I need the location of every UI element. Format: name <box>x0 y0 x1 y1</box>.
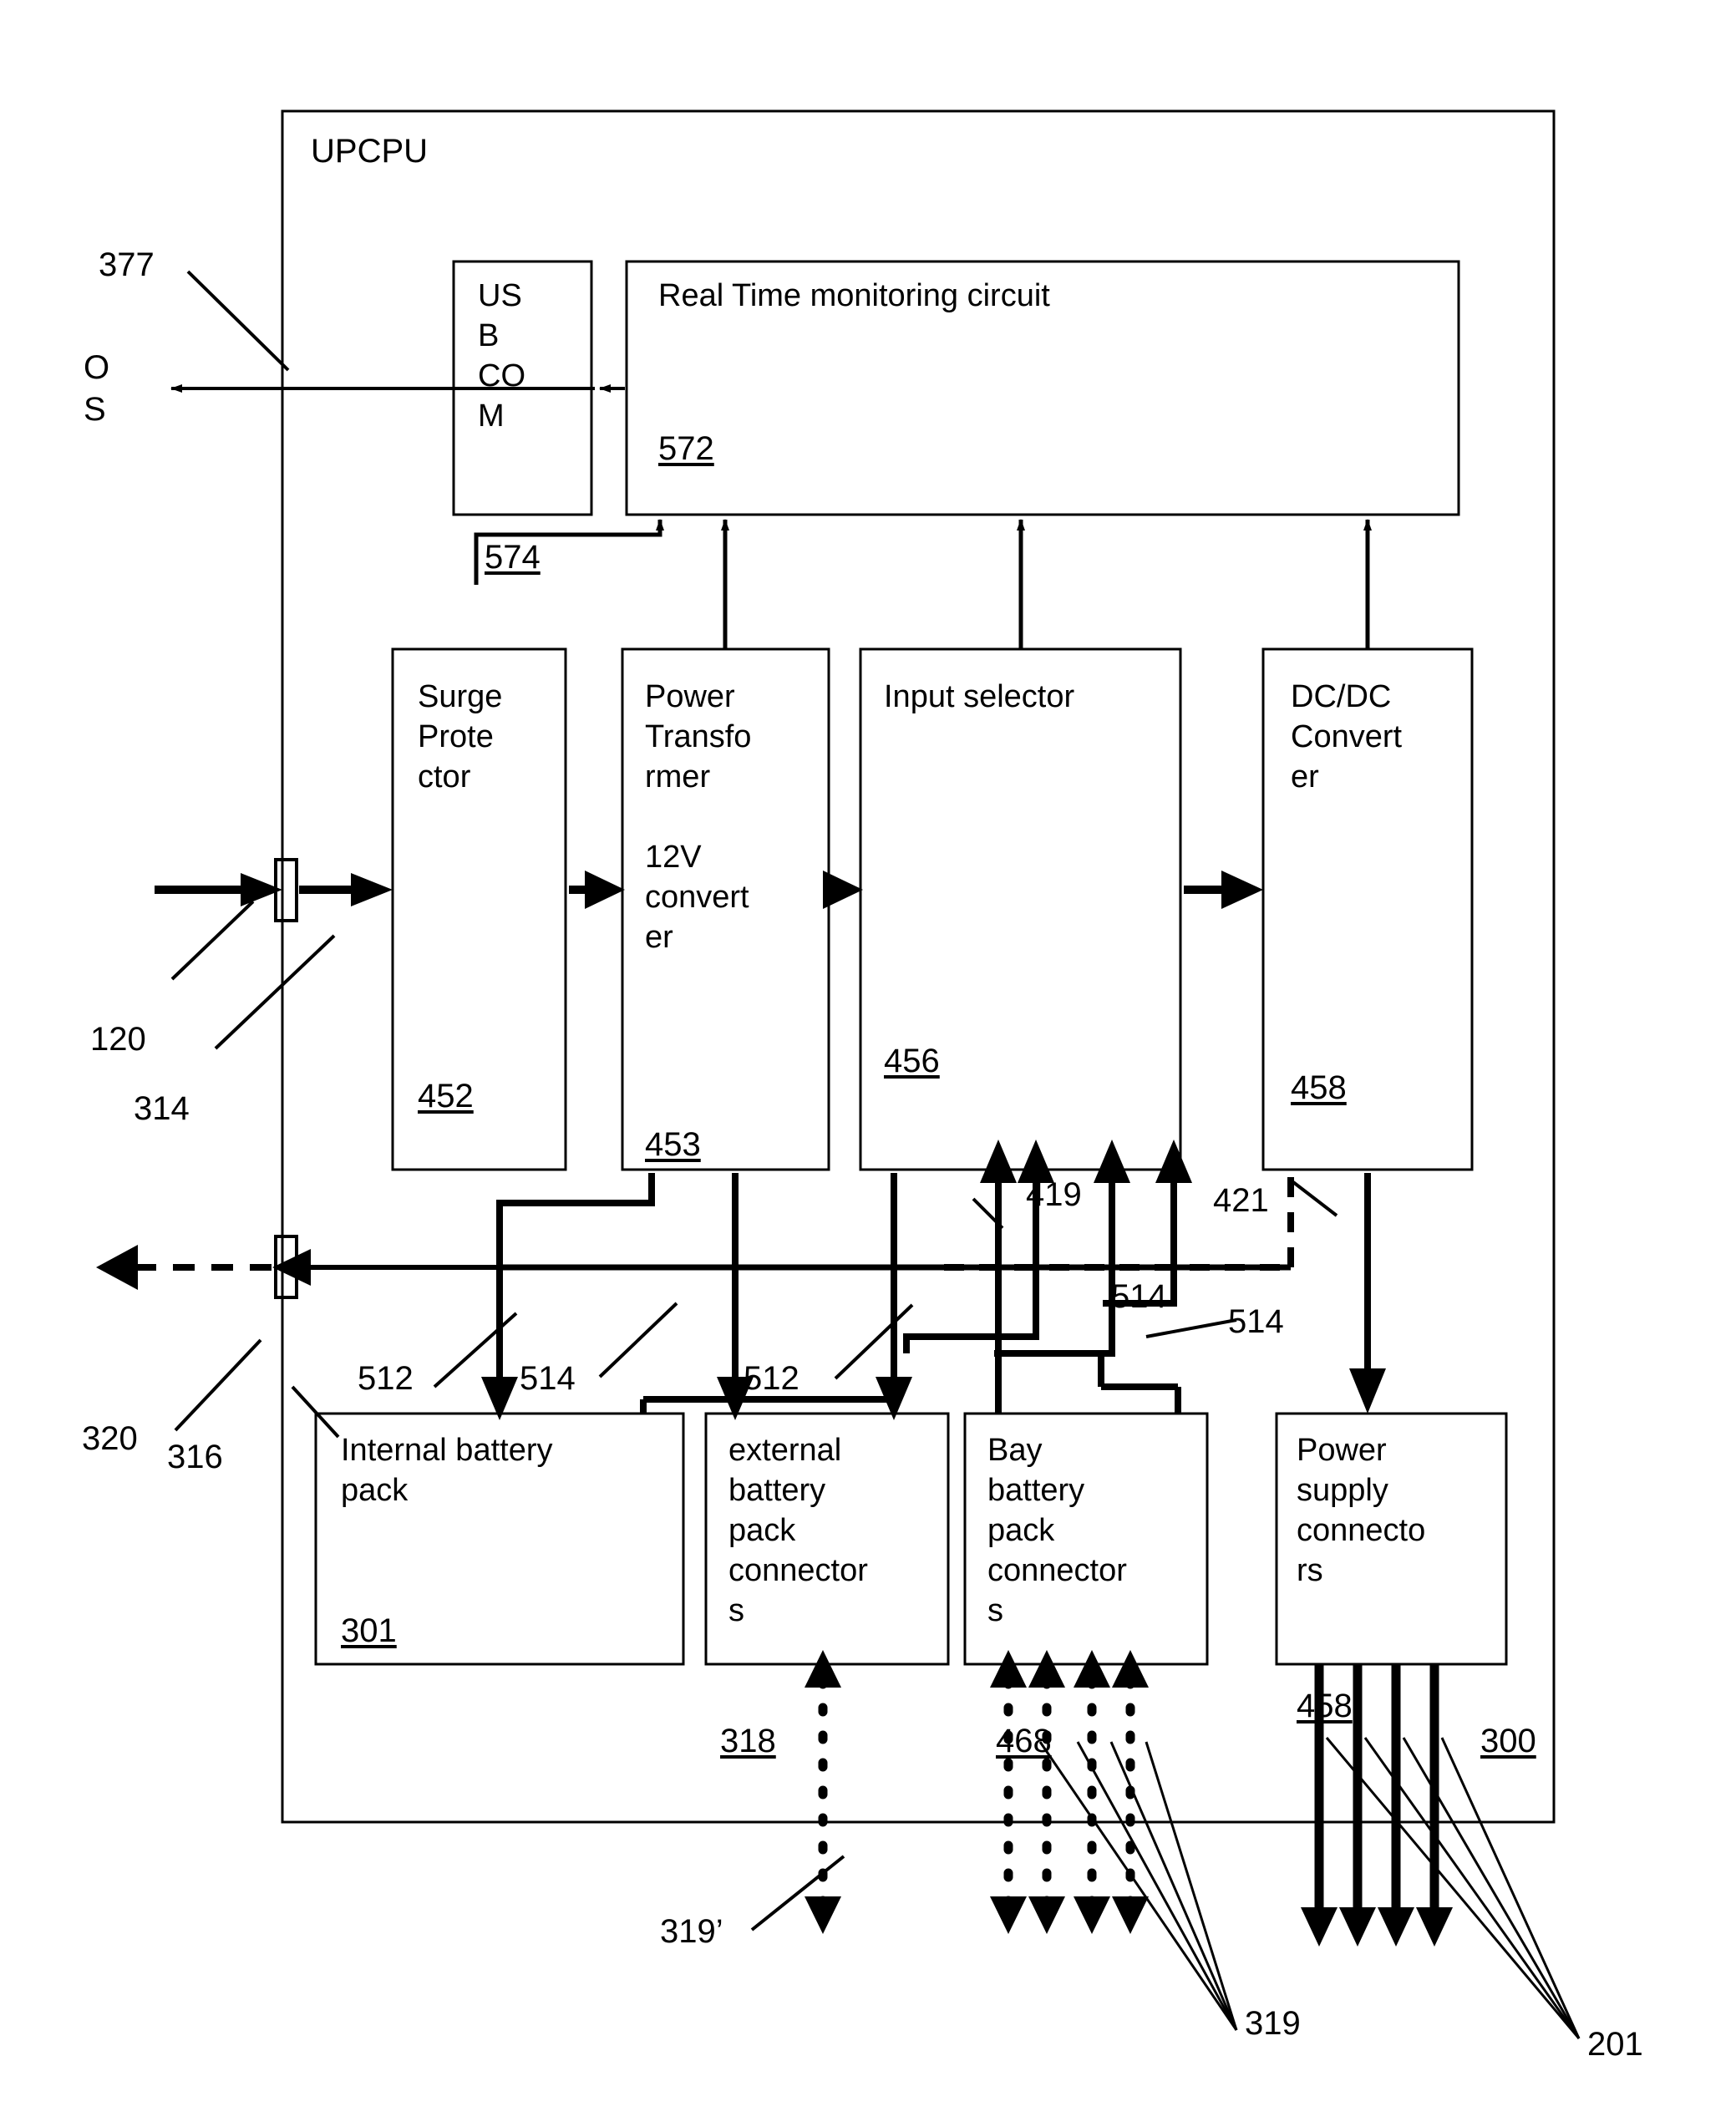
leaders-319-bundle <box>1038 1741 1238 2031</box>
callout-318: 318 <box>720 1723 776 1759</box>
dc-out-left-arrow <box>272 1249 501 1286</box>
external-battery-label: external battery pack connector s <box>728 1433 868 1628</box>
dotted-outputs-bay <box>990 1650 1149 1934</box>
callout-468: 468 <box>996 1723 1052 1759</box>
usb-com-label: US B CO M <box>478 278 525 434</box>
bay-battery-label: Bay battery pack connector s <box>987 1433 1127 1628</box>
input-selector-box <box>859 647 1182 1171</box>
callout-120: 120 <box>90 1021 146 1058</box>
surge-protector-label: Surge Prote ctor <box>418 679 503 794</box>
real-time-monitoring-label: Real Time monitoring circuit <box>658 278 1050 313</box>
callout-201: 201 <box>1587 2026 1643 2063</box>
inputsel-to-dcdc-arrow <box>1184 871 1263 909</box>
leader-377 <box>186 270 290 372</box>
surge-to-transformer-arrow <box>569 871 625 909</box>
ac-input-arrow <box>155 873 282 906</box>
power-transformer-label: Power Transfo rmer 12V convert er <box>645 679 752 955</box>
power-supply-ref: 458 <box>1297 1688 1353 1724</box>
dc-out-dashed-left-arrow <box>96 1245 272 1290</box>
callout-300: 300 <box>1480 1723 1536 1759</box>
callout-514-b: 514 <box>520 1360 576 1397</box>
leader-514-a <box>598 1302 678 1378</box>
leader-512-b <box>834 1303 914 1380</box>
riser-bay-to-inputsel <box>980 1140 1017 1414</box>
transformer-to-inputsel-arrow <box>823 871 863 909</box>
callout-314: 314 <box>134 1090 190 1127</box>
branch-514-to-bay <box>919 1303 1178 1414</box>
callout-514-c: 514 <box>1111 1278 1167 1315</box>
dcdc-label: DC/DC Convert er <box>1291 679 1403 794</box>
surge-protector-ref: 452 <box>418 1078 474 1114</box>
dcdc-to-power-supply-arrow <box>1349 1173 1386 1414</box>
leader-120 <box>170 900 255 981</box>
power-supply-label: Power supply connecto rs <box>1297 1433 1426 1588</box>
callout-316: 316 <box>167 1439 223 1475</box>
input-selector-label: Input selector <box>884 679 1075 714</box>
dotted-output-318 <box>805 1650 841 1934</box>
callout-514-a: 514 <box>1228 1303 1284 1340</box>
power-transformer-ref: 453 <box>645 1126 701 1163</box>
callout-512-b: 512 <box>744 1360 799 1397</box>
dcdc-ref: 458 <box>1291 1069 1347 1106</box>
upcpu-title: UPCPU <box>311 133 429 170</box>
callout-319-prime: 319’ <box>660 1913 723 1950</box>
diagram-lines <box>96 109 1581 2039</box>
callout-574: 574 <box>485 539 541 576</box>
leaders-201-bundle <box>1325 1737 1581 2039</box>
leader-320 <box>174 1338 262 1432</box>
leader-514-c <box>1145 1318 1237 1338</box>
real-time-monitoring-ref: 572 <box>658 430 714 467</box>
leader-314 <box>214 934 336 1050</box>
callout-319: 319 <box>1245 2005 1301 2042</box>
input-selector-ref: 456 <box>884 1043 940 1079</box>
callout-512-a: 512 <box>358 1360 414 1397</box>
riser-right <box>1098 1353 1181 1414</box>
callout-os-label: O S <box>84 349 110 428</box>
callout-421: 421 <box>1213 1182 1269 1219</box>
callout-377: 377 <box>99 246 155 283</box>
port-to-surge-arrow <box>299 873 393 906</box>
internal-battery-ref: 301 <box>341 1612 397 1649</box>
riser-internal-battery-to-inputsel <box>903 1140 1054 1353</box>
figure-canvas: UPCPU 377 O S US B CO M Real Time monito… <box>0 0 1736 2127</box>
internal-battery-label: Internal battery pack <box>341 1433 553 1508</box>
riser-419 <box>994 1140 1130 1357</box>
callout-320: 320 <box>82 1420 138 1457</box>
leader-512-a <box>433 1312 518 1388</box>
leader-421 <box>1292 1180 1338 1217</box>
callout-419: 419 <box>1026 1176 1082 1213</box>
